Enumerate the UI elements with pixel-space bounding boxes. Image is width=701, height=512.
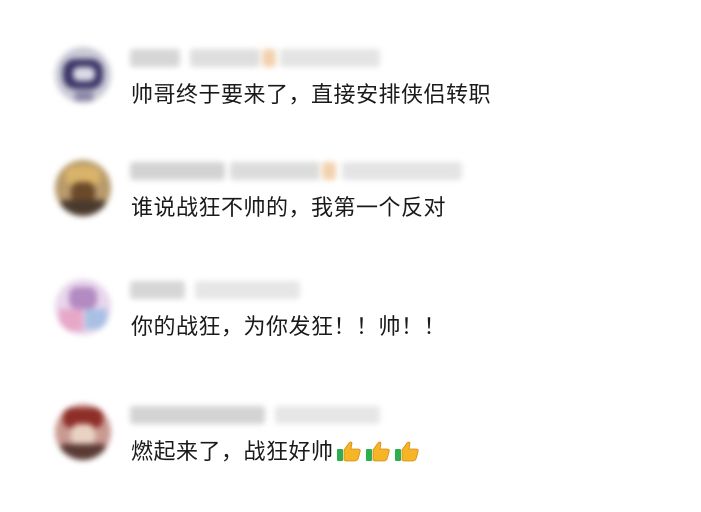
username[interactable] bbox=[130, 162, 225, 180]
user-level-badge bbox=[230, 162, 320, 180]
comment-item: 你的战狂，为你发狂！！帅！！ bbox=[0, 277, 701, 367]
thumbs-up-icon bbox=[365, 441, 390, 462]
comment-item: 谁说战狂不帅的，我第一个反对 bbox=[0, 158, 701, 248]
avatar[interactable] bbox=[55, 279, 111, 335]
user-level-badge bbox=[190, 49, 260, 67]
comment-item: 燃起来了，战狂好帅 bbox=[0, 402, 701, 492]
username[interactable] bbox=[130, 281, 185, 299]
comment-feed: 帅哥终于要来了，直接安排侠侣转职 谁说战狂不帅的，我第一个反对 你的战狂，为你发… bbox=[0, 0, 701, 512]
comment-text: 谁说战狂不帅的，我第一个反对 bbox=[131, 196, 447, 221]
comment-text: 燃起来了，战狂好帅 bbox=[131, 438, 423, 472]
badge-accent bbox=[262, 49, 276, 67]
avatar[interactable] bbox=[55, 404, 111, 460]
comment-time bbox=[342, 162, 462, 180]
comment-text: 你的战狂，为你发狂！！帅！！ bbox=[131, 315, 447, 340]
thumbs-up-icon bbox=[394, 441, 419, 462]
comment-meta bbox=[130, 277, 490, 303]
comment-meta bbox=[130, 45, 490, 71]
comment-text-content: 燃起来了，战狂好帅 bbox=[131, 440, 334, 465]
thumbs-up-icon bbox=[336, 441, 361, 462]
comment-time bbox=[195, 281, 300, 299]
badge-accent bbox=[322, 162, 336, 180]
comment-item: 帅哥终于要来了，直接安排侠侣转职 bbox=[0, 45, 701, 135]
emoji-row bbox=[336, 439, 423, 472]
comment-time bbox=[280, 49, 380, 67]
username[interactable] bbox=[130, 406, 265, 424]
comment-meta bbox=[130, 158, 490, 184]
comment-text: 帅哥终于要来了，直接安排侠侣转职 bbox=[131, 83, 492, 108]
avatar[interactable] bbox=[55, 47, 111, 103]
comment-meta bbox=[130, 402, 490, 428]
username[interactable] bbox=[130, 49, 180, 67]
avatar[interactable] bbox=[55, 160, 111, 216]
comment-time bbox=[275, 406, 380, 424]
